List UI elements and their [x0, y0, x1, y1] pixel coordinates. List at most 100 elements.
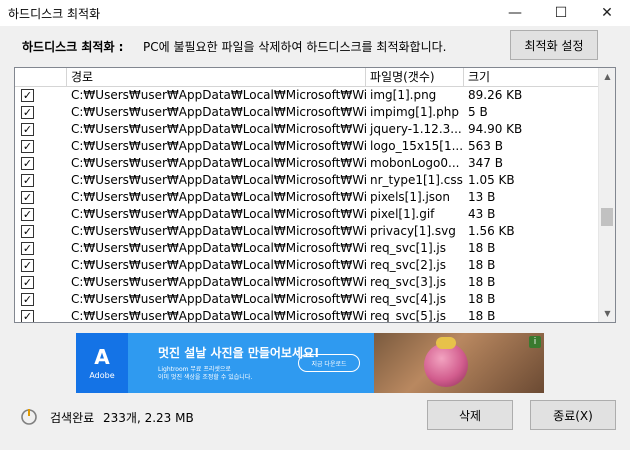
row-filename: req_svc[4].js [370, 292, 447, 306]
row-size: 347 B [468, 156, 503, 170]
lucky-pouch-image [424, 343, 468, 387]
row-checkbox[interactable]: ✓ [21, 208, 34, 221]
ad-photo [374, 333, 544, 393]
table-row[interactable]: ✓ C:₩Users₩user₩AppData₩Local₩Microsoft₩W… [15, 189, 600, 206]
maximize-button[interactable]: ☐ [538, 0, 584, 26]
table-row[interactable]: ✓ C:₩Users₩user₩AppData₩Local₩Microsoft₩W… [15, 138, 600, 155]
row-path: C:₩Users₩user₩AppData₩Local₩Microsoft₩Wi… [71, 258, 366, 272]
row-size: 89.26 KB [468, 88, 523, 102]
power-icon [21, 409, 37, 425]
table-row[interactable]: ✓ C:₩Users₩user₩AppData₩Local₩Microsoft₩W… [15, 206, 600, 223]
row-filename: impimg[1].php [370, 105, 459, 119]
table-row[interactable]: ✓ C:₩Users₩user₩AppData₩Local₩Microsoft₩W… [15, 87, 600, 104]
table-row[interactable]: ✓ C:₩Users₩user₩AppData₩Local₩Microsoft₩W… [15, 104, 600, 121]
row-filename: nr_type1[1].css [370, 173, 463, 187]
row-size: 563 B [468, 139, 503, 153]
row-checkbox[interactable]: ✓ [21, 276, 34, 289]
close-window-button[interactable]: ✕ [584, 0, 630, 26]
ad-brand: Adobe [89, 370, 115, 380]
row-filename: mobonLogo0... [370, 156, 460, 170]
column-header-size[interactable]: 크기 [464, 68, 600, 87]
table-row[interactable]: ✓ C:₩Users₩user₩AppData₩Local₩Microsoft₩W… [15, 308, 600, 323]
row-path: C:₩Users₩user₩AppData₩Local₩Microsoft₩Wi… [71, 88, 366, 102]
row-checkbox[interactable]: ✓ [21, 293, 34, 306]
table-row[interactable]: ✓ C:₩Users₩user₩AppData₩Local₩Microsoft₩W… [15, 291, 600, 308]
vertical-scrollbar[interactable]: ▲ ▼ [598, 68, 615, 322]
row-path: C:₩Users₩user₩AppData₩Local₩Microsoft₩Wi… [71, 190, 366, 204]
ad-headline: 멋진 설날 사진을 만들어보세요! [158, 346, 320, 360]
row-filename: req_svc[3].js [370, 275, 447, 289]
ad-info-icon[interactable]: i [529, 336, 541, 348]
scroll-up-icon[interactable]: ▲ [599, 68, 615, 85]
pouch-knot [436, 337, 456, 349]
delete-button[interactable]: 삭제 [427, 400, 513, 430]
ad-banner[interactable]: A Adobe 멋진 설날 사진을 만들어보세요! Lightroom 무료 프… [76, 333, 544, 393]
row-checkbox[interactable]: ✓ [21, 225, 34, 238]
row-checkbox[interactable]: ✓ [21, 242, 34, 255]
optimize-settings-button[interactable]: 최적화 설정 [510, 30, 598, 60]
row-checkbox[interactable]: ✓ [21, 259, 34, 272]
row-checkbox[interactable]: ✓ [21, 106, 34, 119]
adobe-logo: A Adobe [76, 333, 128, 393]
file-list[interactable]: 경로 파일명(갯수) 크기 ✓ C:₩Users₩user₩AppData₩Loc… [14, 67, 616, 323]
row-checkbox[interactable]: ✓ [21, 310, 34, 322]
row-path: C:₩Users₩user₩AppData₩Local₩Microsoft₩Wi… [71, 139, 366, 153]
row-size: 5 B [468, 105, 488, 119]
row-size: 18 B [468, 241, 496, 255]
row-filename: req_svc[2].js [370, 258, 447, 272]
row-path: C:₩Users₩user₩AppData₩Local₩Microsoft₩Wi… [71, 309, 366, 323]
row-size: 18 B [468, 309, 496, 323]
row-path: C:₩Users₩user₩AppData₩Local₩Microsoft₩Wi… [71, 105, 366, 119]
row-filename: req_svc[1].js [370, 241, 447, 255]
row-path: C:₩Users₩user₩AppData₩Local₩Microsoft₩Wi… [71, 173, 366, 187]
row-filename: jquery-1.12.3... [370, 122, 462, 136]
row-size: 13 B [468, 190, 496, 204]
exit-button[interactable]: 종료(X) [530, 400, 616, 430]
row-checkbox[interactable]: ✓ [21, 89, 34, 102]
row-size: 94.90 KB [468, 122, 523, 136]
adobe-mark-icon: A [94, 344, 110, 369]
status-label: 검색완료 [50, 411, 95, 425]
scroll-down-icon[interactable]: ▼ [599, 305, 615, 322]
file-list-header: 경로 파일명(갯수) 크기 [15, 68, 600, 87]
row-size: 18 B [468, 258, 496, 272]
header-label: 하드디스크 최적화 : [22, 40, 124, 54]
table-row[interactable]: ✓ C:₩Users₩user₩AppData₩Local₩Microsoft₩W… [15, 257, 600, 274]
ad-subtext-2: 이미 멋진 색상을 조정할 수 있습니다. [158, 374, 253, 381]
status-count: 233개, 2.23 MB [103, 411, 194, 425]
column-header-name[interactable]: 파일명(갯수) [366, 68, 464, 87]
row-filename: logo_15x15[1... [370, 139, 464, 153]
table-row[interactable]: ✓ C:₩Users₩user₩AppData₩Local₩Microsoft₩W… [15, 172, 600, 189]
row-size: 1.56 KB [468, 224, 515, 238]
row-path: C:₩Users₩user₩AppData₩Local₩Microsoft₩Wi… [71, 275, 366, 289]
ad-cta-button[interactable]: 지금 다운로드 [298, 354, 360, 372]
title-bar: 하드디스크 최적화 — ☐ ✕ [0, 0, 630, 26]
table-row[interactable]: ✓ C:₩Users₩user₩AppData₩Local₩Microsoft₩W… [15, 223, 600, 240]
table-row[interactable]: ✓ C:₩Users₩user₩AppData₩Local₩Microsoft₩W… [15, 155, 600, 172]
window-title: 하드디스크 최적화 [8, 6, 101, 21]
row-filename: img[1].png [370, 88, 437, 102]
row-filename: pixel[1].gif [370, 207, 435, 221]
table-row[interactable]: ✓ C:₩Users₩user₩AppData₩Local₩Microsoft₩W… [15, 240, 600, 257]
row-checkbox[interactable]: ✓ [21, 123, 34, 136]
row-checkbox[interactable]: ✓ [21, 140, 34, 153]
row-path: C:₩Users₩user₩AppData₩Local₩Microsoft₩Wi… [71, 292, 366, 306]
row-size: 1.05 KB [468, 173, 515, 187]
row-checkbox[interactable]: ✓ [21, 191, 34, 204]
header-description: PC에 불필요한 파일을 삭제하여 하드디스크를 최적화합니다. [143, 40, 447, 54]
row-checkbox[interactable]: ✓ [21, 174, 34, 187]
row-size: 18 B [468, 292, 496, 306]
table-row[interactable]: ✓ C:₩Users₩user₩AppData₩Local₩Microsoft₩W… [15, 274, 600, 291]
minimize-button[interactable]: — [492, 0, 538, 26]
row-filename: pixels[1].json [370, 190, 450, 204]
table-row[interactable]: ✓ C:₩Users₩user₩AppData₩Local₩Microsoft₩W… [15, 121, 600, 138]
row-path: C:₩Users₩user₩AppData₩Local₩Microsoft₩Wi… [71, 241, 366, 255]
column-header-check[interactable] [15, 68, 67, 87]
row-path: C:₩Users₩user₩AppData₩Local₩Microsoft₩Wi… [71, 122, 366, 136]
column-header-path[interactable]: 경로 [67, 68, 366, 87]
scrollbar-thumb[interactable] [601, 208, 613, 226]
row-path: C:₩Users₩user₩AppData₩Local₩Microsoft₩Wi… [71, 207, 366, 221]
file-rows: ✓ C:₩Users₩user₩AppData₩Local₩Microsoft₩W… [15, 87, 600, 323]
row-filename: req_svc[5].js [370, 309, 447, 323]
row-checkbox[interactable]: ✓ [21, 157, 34, 170]
